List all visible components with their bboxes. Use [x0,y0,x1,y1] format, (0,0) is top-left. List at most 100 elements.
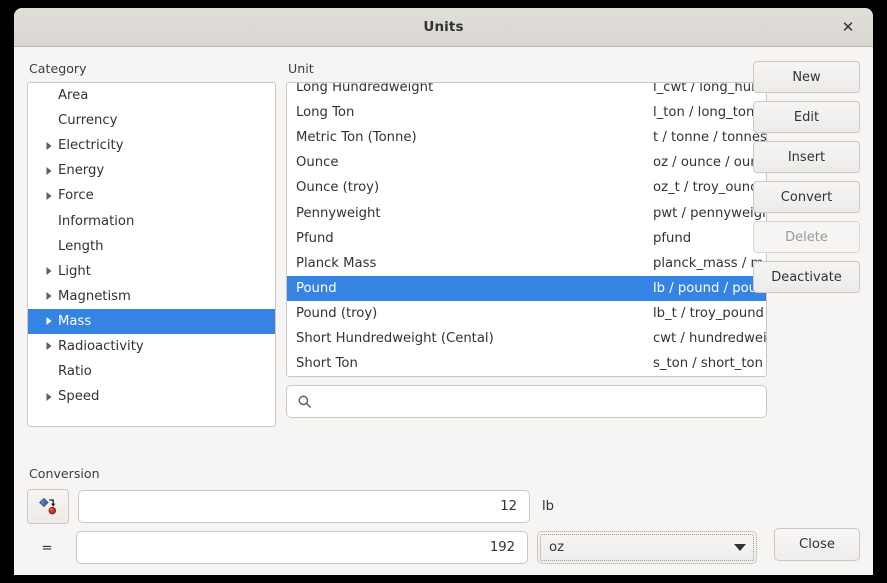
category-item-label: Energy [58,163,105,179]
category-item-label: Speed [58,389,100,405]
unit-row-alias: oz / ounce / ounce [653,155,766,171]
category-list-item[interactable]: Light [28,259,275,284]
unit-row-name: Short Ton [296,356,358,372]
conversion-from-input[interactable] [78,490,530,523]
expander-triangle-icon[interactable] [42,266,56,276]
delete-button: Delete [753,221,860,253]
category-item-label: Radioactivity [58,338,144,354]
conversion-from-unit: lb [542,499,555,514]
conversion-label: Conversion [29,466,100,481]
expander-triangle-icon[interactable] [42,191,56,201]
unit-row-name: Planck Mass [296,255,377,271]
unit-search-box[interactable] [286,385,767,418]
new-button[interactable]: New [753,61,860,93]
unit-list-row[interactable]: Short Hundredweight (Cental) cwt / hundre… [287,326,766,351]
unit-row-name: Ounce [296,155,339,171]
search-icon [297,394,312,409]
category-list-item[interactable]: Speed [28,384,275,409]
dialog-body: Category Area Currency Electricity Energy Fo… [14,47,873,575]
unit-row-name: Pfund [296,230,334,246]
category-item-label: Length [58,238,104,254]
category-list-item[interactable]: Length [28,234,275,259]
unit-row-name: Long Hundredweight [296,82,434,96]
conversion-panel: Conversion lb = [27,466,860,564]
edit-button[interactable]: Edit [753,101,860,133]
chevron-down-icon [734,544,746,551]
category-list-item[interactable]: Force [28,183,275,208]
conversion-to-unit-dropdown[interactable]: oz [537,531,757,564]
category-item-label: Currency [58,113,118,129]
titlebar: Units ✕ [14,8,873,47]
category-item-label: Electricity [58,138,124,154]
convert-swap-icon[interactable] [27,489,69,524]
insert-button[interactable]: Insert [753,141,860,173]
category-item-label: Area [58,88,89,104]
expander-triangle-icon[interactable] [42,291,56,301]
conversion-to-input[interactable] [76,531,528,564]
unit-row-alias: l_cwt / long_hund [653,82,766,96]
unit-list-row[interactable]: Ounce (troy) oz_t / troy_ounce [287,175,766,200]
unit-list-row[interactable]: Planck Mass planck_mass / m_ [287,251,766,276]
category-list-item[interactable]: Magnetism [28,284,275,309]
unit-list-row[interactable]: Pfund pfund [287,226,766,251]
unit-list[interactable]: Long Hundredweight l_cwt / long_hund Long … [286,82,767,377]
close-button[interactable]: Close [774,528,860,561]
category-label: Category [29,61,87,76]
category-list[interactable]: Area Currency Electricity Energy Force Inform… [27,82,276,427]
category-list-item[interactable]: Mass [28,308,275,334]
unit-row-name: Short Hundredweight (Cental) [296,330,494,346]
unit-list-row[interactable]: Ounce oz / ounce / ounce [287,150,766,175]
unit-row-name: Ounce (troy) [296,180,380,196]
unit-label: Unit [288,61,314,76]
category-item-label: Mass [58,313,92,329]
category-list-item[interactable]: Information [28,208,275,233]
unit-row-name: Long Ton [296,105,355,121]
expander-triangle-icon[interactable] [42,141,56,151]
unit-row-name: Metric Ton (Tonne) [296,130,417,146]
unit-row-alias: l_ton / long_ton / l [653,105,766,121]
category-list-item[interactable]: Radioactivity [28,334,275,359]
category-item-label: Information [58,213,135,229]
category-list-item[interactable]: Area [28,83,275,108]
expander-triangle-icon[interactable] [42,341,56,351]
action-button-column: New Edit Insert Convert Delete Deactivat… [753,61,860,293]
unit-list-row[interactable]: Pound lb / pound / pounds [287,275,766,301]
unit-list-row[interactable]: Metric Ton (Tonne) t / tonne / tonnes / [287,125,766,150]
expander-triangle-icon[interactable] [42,316,56,326]
unit-row-alias: pwt / pennyweight [653,205,766,221]
category-list-item[interactable]: Electricity [28,133,275,158]
units-dialog-window: Units ✕ Category Area Currency Electricity… [14,8,873,575]
category-list-item[interactable]: Energy [28,158,275,183]
convert-button[interactable]: Convert [753,181,860,213]
unit-row-name: Pennyweight [296,205,381,221]
category-panel: Category Area Currency Electricity Energy Fo… [27,61,276,427]
conversion-to-unit-value: oz [549,540,564,555]
category-list-item[interactable]: Currency [28,108,275,133]
unit-list-row[interactable]: Long Ton l_ton / long_ton / l [287,100,766,125]
category-item-label: Magnetism [58,288,131,304]
unit-row-alias: planck_mass / m_ [653,255,766,271]
unit-row-alias: lb_t / troy_pound , [653,305,766,321]
equals-label: = [41,539,53,556]
unit-row-name: Pound [296,280,337,296]
unit-search-input[interactable] [320,393,756,410]
window-title: Units [423,19,464,35]
conversion-row-to: = oz [27,531,860,564]
expander-triangle-icon[interactable] [42,392,56,402]
unit-row-alias: cwt / hundredweig [653,330,766,346]
unit-row-alias: lb / pound / pounds [653,280,766,296]
deactivate-button[interactable]: Deactivate [753,261,860,293]
expander-triangle-icon[interactable] [42,166,56,176]
unit-list-row[interactable]: Short Ton s_ton / short_ton , [287,351,766,376]
category-list-item[interactable]: Ratio [28,359,275,384]
unit-row-name: Pound (troy) [296,305,378,321]
close-icon[interactable]: ✕ [837,16,859,38]
unit-list-row[interactable]: Pennyweight pwt / pennyweight [287,200,766,225]
unit-list-row[interactable]: Pound (troy) lb_t / troy_pound , [287,301,766,326]
unit-panel: Unit Long Hundredweight l_cwt / long_hund… [286,61,767,418]
unit-row-alias: t / tonne / tonnes / [653,130,766,146]
unit-row-alias: oz_t / troy_ounce [653,180,766,196]
unit-list-row[interactable]: Long Hundredweight l_cwt / long_hund [287,82,766,100]
category-item-label: Ratio [58,364,92,380]
category-item-label: Force [58,188,94,204]
